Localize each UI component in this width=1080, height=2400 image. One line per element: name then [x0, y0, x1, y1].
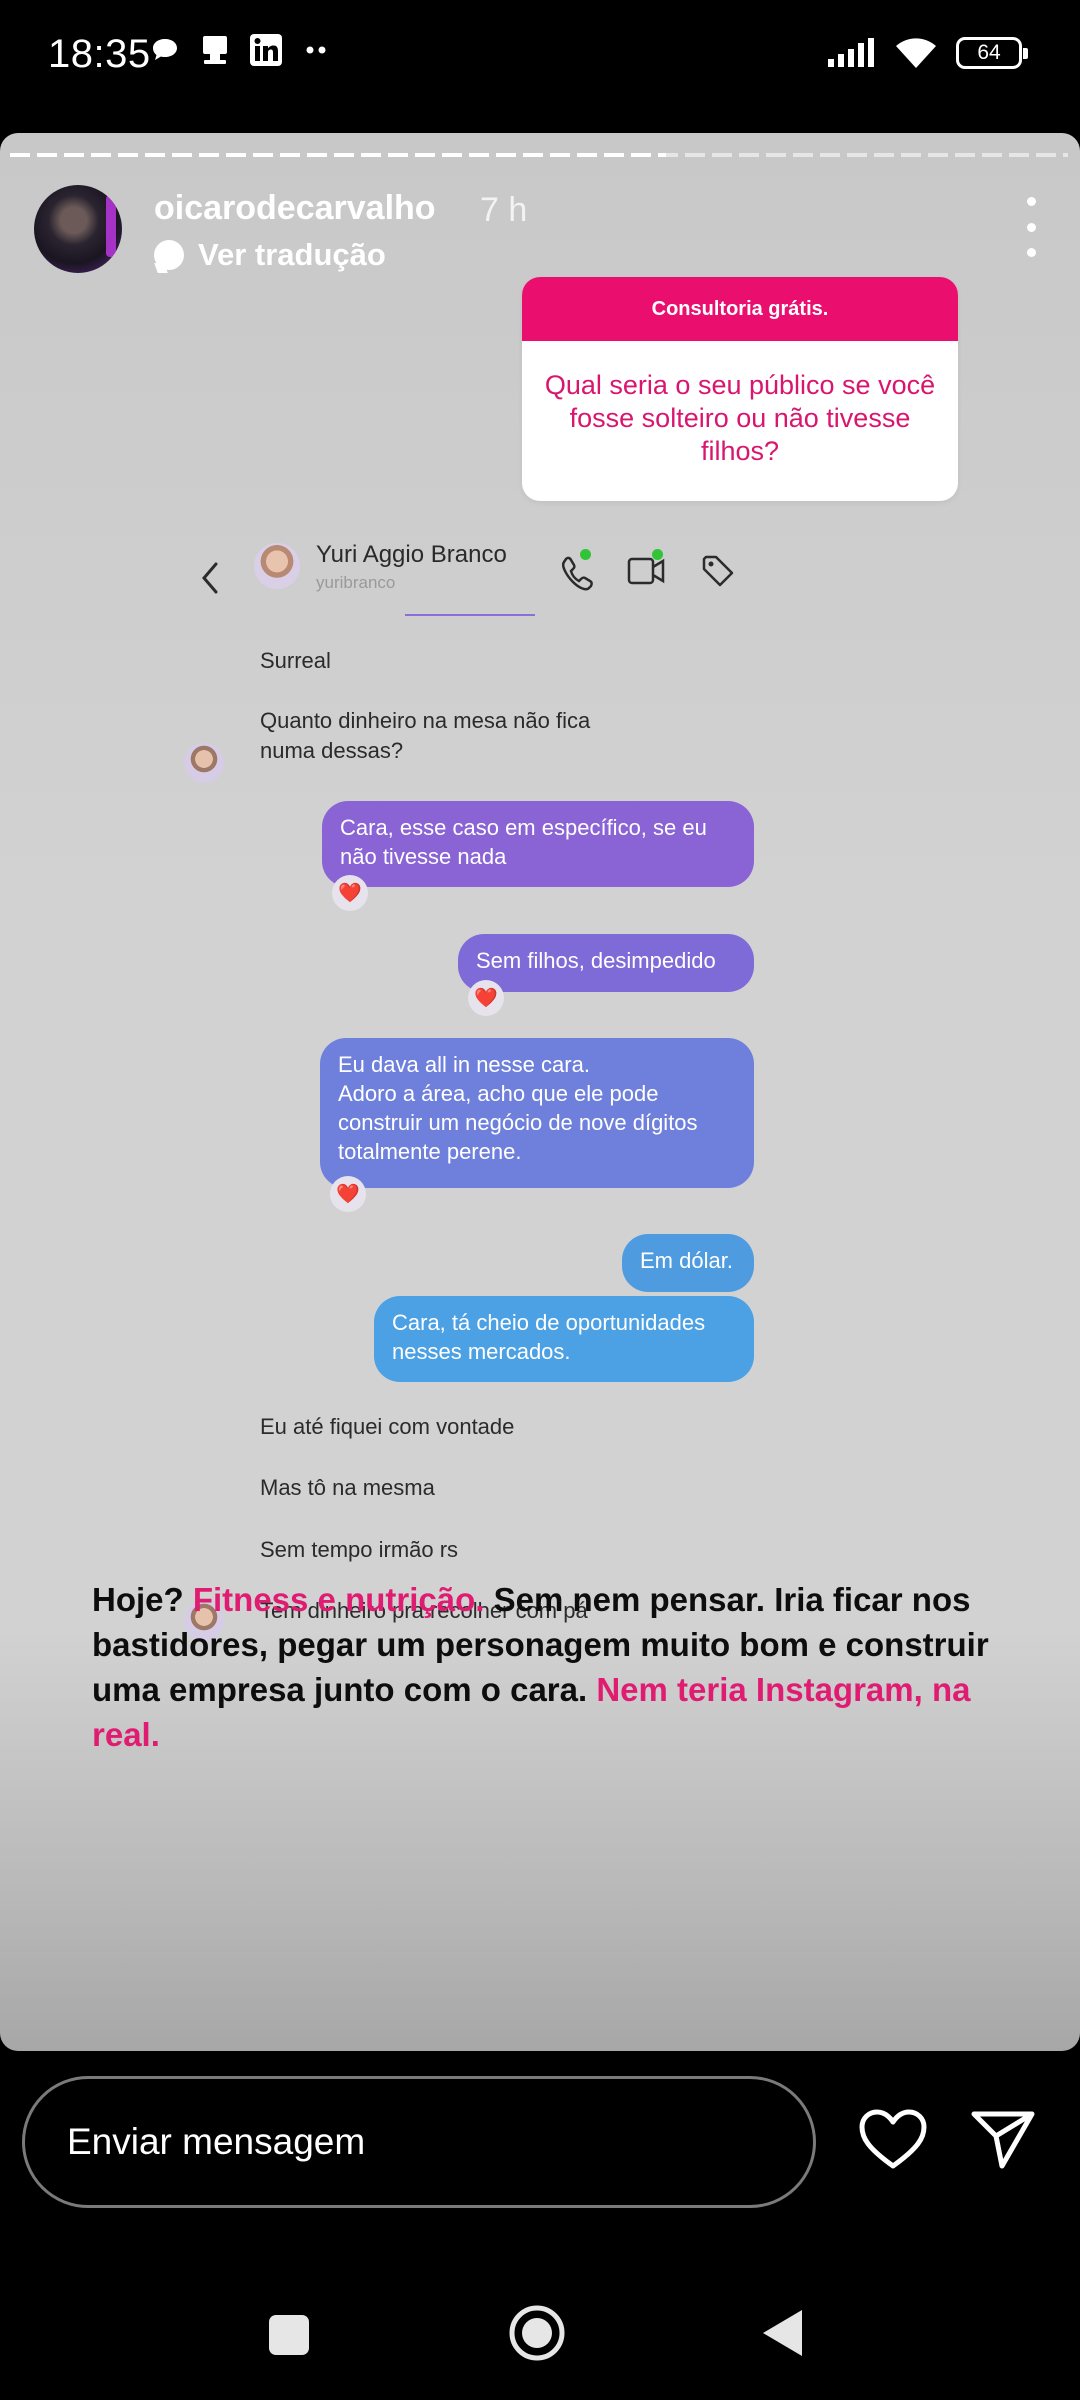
- dot-icon: [1026, 197, 1036, 206]
- speech-bubble-icon: [154, 240, 184, 270]
- outgoing-bubble: Em dólar.: [622, 1234, 754, 1292]
- back-icon[interactable]: [760, 2308, 804, 2358]
- chat-contact-name: Yuri Aggio Branco: [316, 541, 507, 568]
- battery-level: 64: [977, 41, 1001, 64]
- linkedin-icon: [250, 34, 282, 66]
- system-icons: 64: [826, 36, 1028, 70]
- story-view[interactable]: oicarodecarvalho 7 h Ver tradução Consul…: [0, 133, 1080, 2051]
- notification-icons: [150, 34, 330, 66]
- heart-reaction: ❤️: [330, 1176, 366, 1212]
- message-placeholder: Enviar mensagem: [67, 2121, 366, 2162]
- translate-label: Ver tradução: [198, 237, 386, 272]
- chat-contact-avatar: [254, 543, 300, 589]
- online-indicator: [580, 549, 591, 560]
- chat-screenshot-header: Yuri Aggio Branco yuribranco: [196, 541, 756, 613]
- incoming-message: Sem tempo irmão rs: [260, 1537, 459, 1562]
- incoming-message: Surreal: [260, 648, 331, 673]
- chevron-left-icon: [202, 562, 218, 594]
- incoming-message: Eu até fiquei com vontade: [260, 1414, 515, 1439]
- status-bar: 18:35 64: [0, 0, 1080, 120]
- dot-icon: [1026, 248, 1036, 257]
- chat-bubble-icon: [153, 39, 177, 60]
- recent-apps-icon[interactable]: [268, 2314, 310, 2356]
- chat-contact-handle: yuribranco: [316, 573, 396, 592]
- progress-fill: [10, 153, 666, 157]
- heart-reaction: ❤️: [468, 980, 504, 1016]
- story-header: oicarodecarvalho 7 h Ver tradução: [34, 185, 1046, 281]
- incoming-message: Quanto dinheiro na mesa não fica numa de…: [260, 708, 591, 763]
- question-sticker-text: Qual seria o seu público se você fosse s…: [544, 370, 936, 466]
- send-icon[interactable]: [970, 2108, 1036, 2172]
- signal-icon: [828, 38, 874, 67]
- question-sticker[interactable]: Consultoria grátis. Qual seria o seu púb…: [522, 277, 958, 501]
- system-navigation-bar: [0, 2260, 1080, 2400]
- online-indicator: [652, 549, 663, 560]
- heart-reaction: ❤️: [332, 875, 368, 911]
- question-sticker-header: Consultoria grátis.: [522, 277, 958, 341]
- sender-avatar: [184, 743, 224, 783]
- caption-part: Hoje?: [92, 1581, 193, 1618]
- incoming-message: Mas tô na mesma: [260, 1475, 435, 1500]
- heart-icon[interactable]: [858, 2108, 928, 2172]
- story-caption: Hoje? Fitness e nutrição. Sem nem pensar…: [92, 1577, 1012, 1757]
- outgoing-bubble: Eu dava all in nesse cara. Adoro a área,…: [320, 1038, 754, 1188]
- story-progress-bar: [10, 153, 1068, 157]
- outgoing-bubble: Cara, esse caso em específico, se eu não…: [322, 801, 754, 887]
- more-dots-icon: [306, 46, 326, 54]
- tab-indicator: [405, 614, 535, 616]
- dot-icon: [1026, 222, 1036, 232]
- outgoing-bubble: Sem filhos, desimpedido: [458, 934, 754, 992]
- story-username[interactable]: oicarodecarvalho: [154, 189, 436, 228]
- outgoing-bubble: Cara, tá cheio de oportunidades nesses m…: [374, 1296, 754, 1382]
- translate-button[interactable]: Ver tradução: [154, 237, 386, 273]
- home-icon[interactable]: [508, 2304, 566, 2362]
- wifi-icon: [896, 38, 936, 68]
- profile-avatar[interactable]: [34, 185, 122, 273]
- status-time: 18:35: [48, 32, 151, 76]
- battery-icon: 64: [956, 37, 1028, 69]
- tag-icon: [702, 555, 734, 587]
- more-options-button[interactable]: [1016, 197, 1046, 257]
- story-timestamp: 7 h: [480, 191, 528, 229]
- media-icon: [203, 36, 227, 64]
- caption-highlight: Fitness e nutrição.: [192, 1581, 485, 1618]
- send-message-input[interactable]: Enviar mensagem: [22, 2076, 816, 2208]
